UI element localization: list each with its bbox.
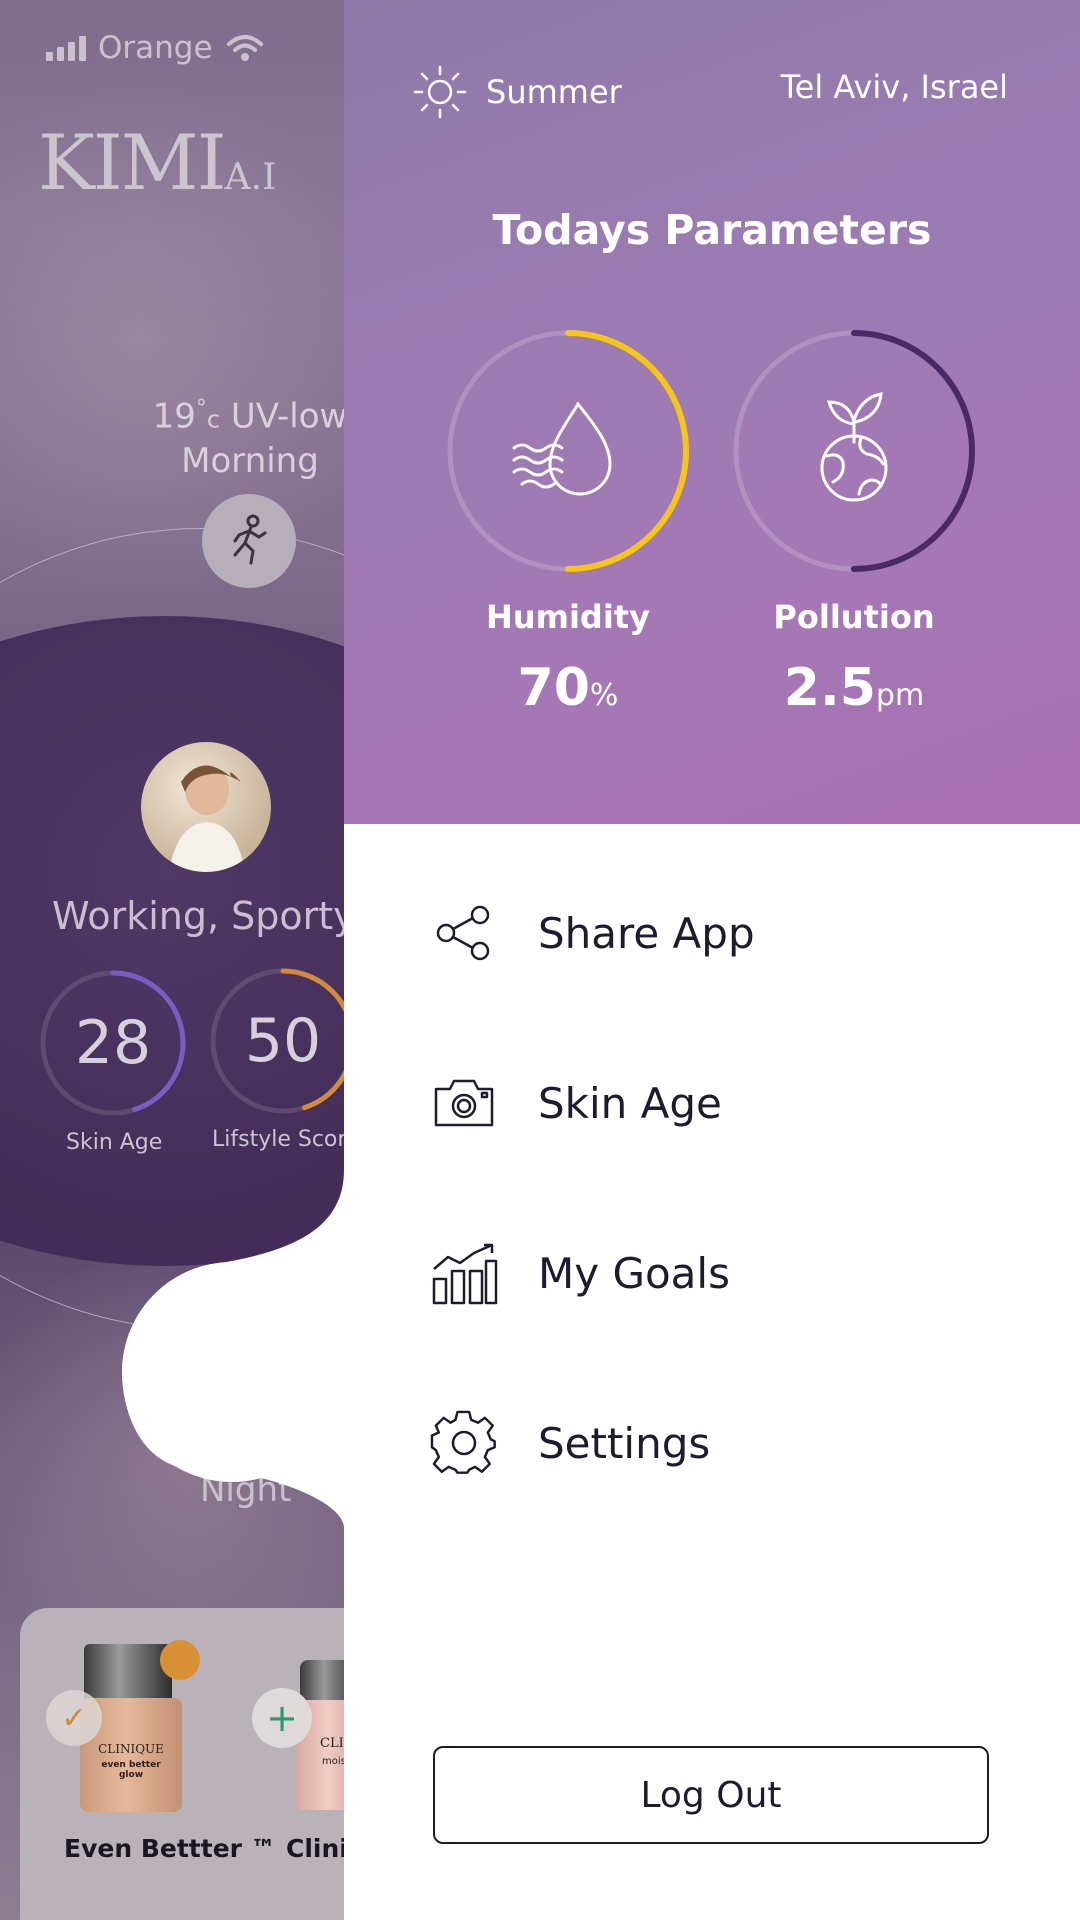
- menu-item-skin-age[interactable]: Skin Age: [424, 1058, 1024, 1148]
- location-label: Tel Aviv, Israel: [780, 68, 1008, 106]
- season-label: Summer: [486, 73, 622, 111]
- pollution-value: 2.5pm: [783, 658, 925, 718]
- humidity-drop-icon: [512, 401, 612, 496]
- earth-sprout-icon: [820, 392, 888, 502]
- pollution-label: Pollution: [773, 598, 935, 636]
- camera-icon: [424, 1063, 504, 1143]
- menu-item-settings[interactable]: Settings: [424, 1398, 1024, 1488]
- share-icon: [424, 893, 504, 973]
- humidity-value: 70%: [517, 658, 619, 718]
- humidity-ring[interactable]: [443, 326, 693, 576]
- menu-label-skin-age: Skin Age: [538, 1078, 722, 1128]
- pollution-ring[interactable]: [729, 326, 979, 576]
- season-indicator: Summer: [412, 64, 622, 120]
- menu-label-my-goals: My Goals: [538, 1248, 730, 1298]
- sun-icon: [413, 65, 467, 119]
- menu-item-share-app[interactable]: Share App: [424, 888, 1024, 978]
- menu-label-share-app: Share App: [538, 908, 755, 958]
- parameters-title: Todays Parameters: [492, 206, 932, 254]
- logout-button[interactable]: Log Out: [433, 1746, 989, 1844]
- gear-icon: [424, 1403, 504, 1483]
- menu-item-my-goals[interactable]: My Goals: [424, 1228, 1024, 1318]
- growth-chart-icon: [424, 1233, 504, 1313]
- menu-label-settings: Settings: [538, 1418, 711, 1468]
- humidity-label: Humidity: [486, 598, 650, 636]
